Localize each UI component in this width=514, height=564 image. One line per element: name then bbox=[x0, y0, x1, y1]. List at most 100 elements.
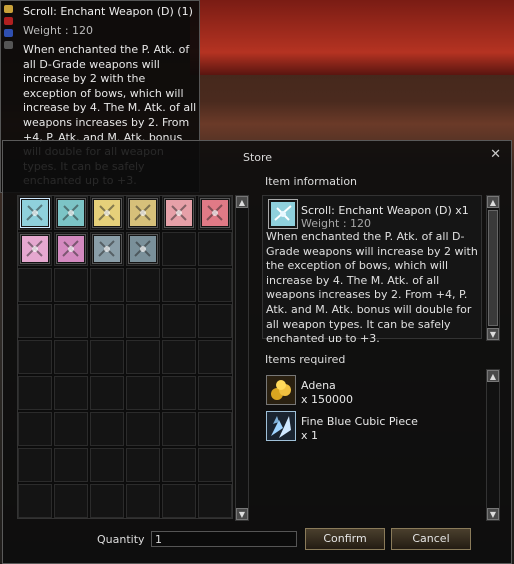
grid-cell[interactable] bbox=[90, 412, 124, 446]
scroll-teal-icon[interactable] bbox=[56, 198, 86, 228]
quantity-label: Quantity bbox=[97, 533, 145, 546]
required-item-name: Fine Blue Cubic Piece bbox=[301, 415, 418, 428]
item-info-weight: Weight : 120 bbox=[301, 217, 372, 230]
scroll-blue-icon[interactable] bbox=[20, 198, 50, 228]
item-grid bbox=[17, 195, 233, 519]
grid-cell[interactable] bbox=[90, 196, 124, 230]
item-info-name: Scroll: Enchant Weapon (D) x1 bbox=[301, 204, 469, 217]
grid-cell[interactable] bbox=[126, 448, 160, 482]
required-item-qty: x 1 bbox=[301, 429, 319, 442]
grid-cell[interactable] bbox=[162, 268, 196, 302]
item-information-heading: Item information bbox=[265, 175, 358, 188]
items-required-heading: Items required bbox=[265, 353, 346, 366]
required-item-adena: Adena x 150000 bbox=[301, 379, 353, 407]
grid-cell[interactable] bbox=[162, 304, 196, 338]
grid-cell[interactable] bbox=[18, 448, 52, 482]
required-item-qty: x 150000 bbox=[301, 393, 353, 406]
scroll-lightpink-icon[interactable] bbox=[20, 234, 50, 264]
adena-icon bbox=[266, 375, 296, 405]
grid-cell[interactable] bbox=[126, 196, 160, 230]
grid-scrollbar[interactable]: ▲ ▼ bbox=[235, 195, 249, 521]
grid-cell[interactable] bbox=[90, 232, 124, 266]
grid-cell[interactable] bbox=[90, 376, 124, 410]
scroll-pink-icon[interactable] bbox=[164, 198, 194, 228]
grid-cell[interactable] bbox=[198, 196, 232, 230]
tooltip-side-icons bbox=[4, 5, 16, 65]
grid-cell[interactable] bbox=[126, 412, 160, 446]
grid-cell[interactable] bbox=[162, 448, 196, 482]
required-item-blue-cubic: Fine Blue Cubic Piece x 1 bbox=[301, 415, 418, 443]
cancel-button[interactable]: Cancel bbox=[391, 528, 471, 550]
grid-cell[interactable] bbox=[18, 196, 52, 230]
blue-cubic-piece-icon bbox=[266, 411, 296, 441]
grid-cell[interactable] bbox=[198, 268, 232, 302]
grid-cell[interactable] bbox=[198, 304, 232, 338]
curtain bbox=[190, 0, 514, 75]
grid-cell[interactable] bbox=[198, 376, 232, 410]
grid-cell[interactable] bbox=[126, 340, 160, 374]
grid-cell[interactable] bbox=[54, 484, 88, 518]
grid-cell[interactable] bbox=[54, 376, 88, 410]
grid-cell[interactable] bbox=[54, 448, 88, 482]
grid-cell[interactable] bbox=[162, 412, 196, 446]
grid-cell[interactable] bbox=[90, 484, 124, 518]
info-scroll-thumb[interactable] bbox=[488, 210, 498, 326]
grid-cell[interactable] bbox=[162, 484, 196, 518]
store-window: Store ✕ ▲ ▼ Item information Scroll: Enc… bbox=[2, 140, 512, 564]
grid-cell[interactable] bbox=[18, 232, 52, 266]
scroll-tan-icon[interactable] bbox=[128, 198, 158, 228]
grid-cell[interactable] bbox=[126, 484, 160, 518]
grid-cell[interactable] bbox=[90, 448, 124, 482]
scroll-up-icon[interactable]: ▲ bbox=[236, 196, 248, 208]
grid-cell[interactable] bbox=[162, 196, 196, 230]
scroll-magenta-icon[interactable] bbox=[56, 234, 86, 264]
grid-cell[interactable] bbox=[18, 412, 52, 446]
required-scroll-up-icon[interactable]: ▲ bbox=[487, 370, 499, 382]
grid-cell[interactable] bbox=[18, 340, 52, 374]
grid-cell[interactable] bbox=[162, 232, 196, 266]
grid-cell[interactable] bbox=[126, 376, 160, 410]
grid-cell[interactable] bbox=[90, 268, 124, 302]
grid-cell[interactable] bbox=[54, 268, 88, 302]
close-icon[interactable]: ✕ bbox=[490, 147, 501, 162]
item-info-description: When enchanted the P. Atk. of all D-Grad… bbox=[266, 230, 478, 342]
scroll-red-icon[interactable] bbox=[200, 198, 230, 228]
confirm-button[interactable]: Confirm bbox=[305, 528, 385, 550]
grid-cell[interactable] bbox=[126, 232, 160, 266]
grid-cell[interactable] bbox=[54, 304, 88, 338]
info-scrollbar[interactable]: ▲ ▼ bbox=[486, 195, 500, 341]
grid-cell[interactable] bbox=[162, 340, 196, 374]
required-scrollbar[interactable]: ▲ ▼ bbox=[486, 369, 500, 521]
quantity-input[interactable] bbox=[151, 531, 297, 547]
info-scroll-down-icon[interactable]: ▼ bbox=[487, 328, 499, 340]
info-scroll-up-icon[interactable]: ▲ bbox=[487, 196, 499, 208]
grid-cell[interactable] bbox=[54, 412, 88, 446]
item-info-count: x1 bbox=[455, 204, 469, 217]
tooltip-title: Scroll: Enchant Weapon (D) (1) bbox=[23, 5, 193, 18]
window-title: Store bbox=[243, 151, 273, 164]
tooltip-weight: Weight : 120 bbox=[23, 24, 94, 37]
grid-cell[interactable] bbox=[18, 484, 52, 518]
grid-cell[interactable] bbox=[54, 232, 88, 266]
scroll-yellow-icon[interactable] bbox=[92, 198, 122, 228]
grid-cell[interactable] bbox=[90, 340, 124, 374]
grid-cell[interactable] bbox=[198, 412, 232, 446]
scroll-slate-icon[interactable] bbox=[128, 234, 158, 264]
grid-cell[interactable] bbox=[198, 448, 232, 482]
grid-cell[interactable] bbox=[162, 376, 196, 410]
grid-cell[interactable] bbox=[198, 232, 232, 266]
item-info-name-text: Scroll: Enchant Weapon (D) bbox=[301, 204, 452, 217]
grid-cell[interactable] bbox=[18, 304, 52, 338]
grid-cell[interactable] bbox=[90, 304, 124, 338]
grid-cell[interactable] bbox=[54, 340, 88, 374]
grid-cell[interactable] bbox=[198, 340, 232, 374]
grid-cell[interactable] bbox=[18, 268, 52, 302]
grid-cell[interactable] bbox=[18, 376, 52, 410]
grid-cell[interactable] bbox=[126, 304, 160, 338]
grid-cell[interactable] bbox=[54, 196, 88, 230]
required-scroll-down-icon[interactable]: ▼ bbox=[487, 508, 499, 520]
scroll-gray-icon[interactable] bbox=[92, 234, 122, 264]
scroll-down-icon[interactable]: ▼ bbox=[236, 508, 248, 520]
grid-cell[interactable] bbox=[126, 268, 160, 302]
grid-cell[interactable] bbox=[198, 484, 232, 518]
